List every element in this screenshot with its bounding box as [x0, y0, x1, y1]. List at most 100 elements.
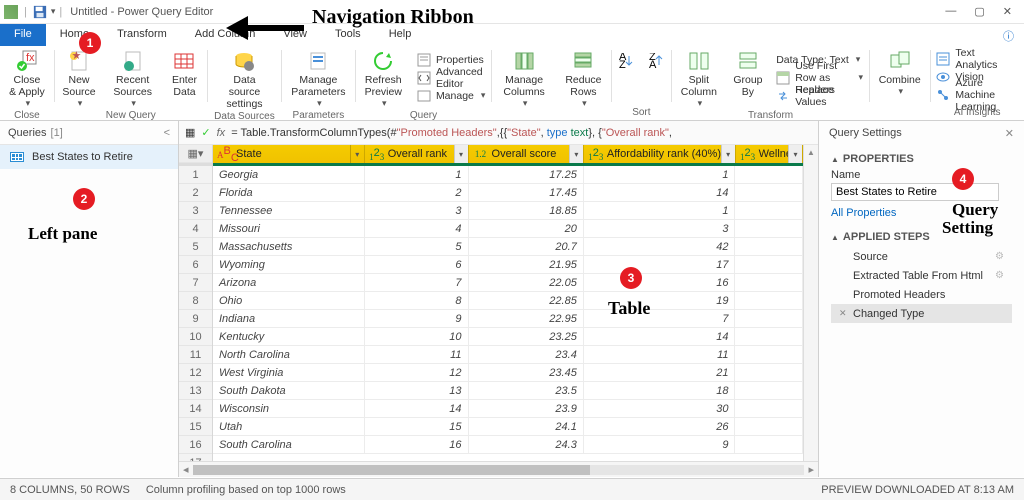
table-row[interactable]: Missouri4203	[213, 220, 803, 238]
horizontal-scrollbar[interactable]: ◂▸	[179, 461, 818, 477]
tab-transform[interactable]: Transform	[103, 24, 181, 46]
column-header[interactable]: 123Overall rank▾	[365, 145, 469, 163]
chevron-left-icon[interactable]: <	[164, 127, 170, 139]
cell: 21	[584, 364, 736, 382]
column-header[interactable]: 123Wellnes▾	[736, 145, 803, 163]
help-icon[interactable]: ⓘ	[993, 24, 1024, 46]
row-number[interactable]: 12	[179, 364, 212, 382]
maximize-icon[interactable]: ▢	[974, 5, 984, 18]
tab-help[interactable]: Help	[375, 24, 426, 46]
row-number[interactable]: 3	[179, 202, 212, 220]
applied-step[interactable]: Source⚙	[831, 247, 1012, 266]
name-input[interactable]	[831, 183, 999, 201]
cell: 23.4	[469, 346, 584, 364]
group-by-button[interactable]: Group By	[726, 46, 771, 109]
cell	[735, 184, 803, 202]
recent-sources-button[interactable]: Recent Sources▾	[103, 46, 161, 109]
cell: Arizona	[213, 274, 365, 292]
reduce-rows-button[interactable]: Reduce Rows▾	[556, 46, 611, 109]
tab-view[interactable]: View	[269, 24, 321, 46]
table-row[interactable]: Ohio822.8519	[213, 292, 803, 310]
row-number[interactable]: 16	[179, 436, 212, 454]
close-apply-button[interactable]: fxClose & Apply▾	[0, 46, 54, 109]
status-cols-rows: 8 COLUMNS, 50 ROWS	[10, 484, 130, 496]
qat-dropdown-icon[interactable]: ▾	[51, 6, 56, 17]
cell	[735, 166, 803, 184]
filter-dropdown-icon[interactable]: ▾	[350, 145, 364, 163]
row-number[interactable]: 10	[179, 328, 212, 346]
advanced-editor-button[interactable]: Advanced Editor	[411, 69, 491, 87]
svg-text:A: A	[649, 59, 657, 69]
toggle-icon[interactable]: ▦	[185, 126, 195, 139]
filter-dropdown-icon[interactable]: ▾	[788, 145, 802, 163]
close-settings-icon[interactable]: ✕	[1005, 127, 1014, 140]
table-row[interactable]: Tennessee318.851	[213, 202, 803, 220]
row-number[interactable]: 1	[179, 166, 212, 184]
all-properties-link[interactable]: All Properties	[831, 207, 1012, 219]
gear-icon[interactable]: ⚙	[995, 270, 1004, 281]
row-number[interactable]: 5	[179, 238, 212, 256]
table-row[interactable]: West Virginia1223.4521	[213, 364, 803, 382]
filter-dropdown-icon[interactable]: ▾	[721, 145, 735, 163]
filter-dropdown-icon[interactable]: ▾	[454, 145, 468, 163]
table-row[interactable]: North Carolina1123.411	[213, 346, 803, 364]
column-header[interactable]: ABCState▾	[213, 145, 365, 163]
tab-tools[interactable]: Tools	[321, 24, 375, 46]
text-analytics-button[interactable]: Text Analytics	[930, 50, 1024, 68]
sort-asc-button[interactable]: AZ	[611, 46, 641, 106]
cell: 11	[584, 346, 736, 364]
corner-cell[interactable]: ▦▾	[179, 145, 212, 163]
row-number[interactable]: 14	[179, 400, 212, 418]
column-header[interactable]: 123Affordability rank (40%)▾	[584, 145, 736, 163]
manage-columns-button[interactable]: Manage Columns▾	[492, 46, 556, 109]
applied-step[interactable]: Promoted Headers	[831, 285, 1012, 304]
table-row[interactable]: Massachusetts520.742	[213, 238, 803, 256]
data-source-settings-button[interactable]: Data source settings	[208, 46, 281, 110]
row-number[interactable]: 2	[179, 184, 212, 202]
tab-file[interactable]: File	[0, 24, 46, 46]
table-row[interactable]: Kentucky1023.2514	[213, 328, 803, 346]
table-row[interactable]: Indiana922.957	[213, 310, 803, 328]
table-row[interactable]: South Dakota1323.518	[213, 382, 803, 400]
manage-query-button[interactable]: Manage▾	[411, 87, 491, 105]
accept-icon[interactable]: ✓	[201, 126, 210, 139]
tab-add-column[interactable]: Add Column	[181, 24, 270, 46]
sort-desc-button[interactable]: ZA	[641, 46, 671, 106]
enter-data-button[interactable]: Enter Data	[162, 46, 207, 109]
combine-button[interactable]: Combine▾	[870, 46, 930, 106]
close-icon[interactable]: ✕	[1003, 5, 1012, 18]
table-row[interactable]: Arizona722.0516	[213, 274, 803, 292]
row-number[interactable]: 6	[179, 256, 212, 274]
table-row[interactable]: South Carolina1624.39	[213, 436, 803, 454]
tab-home[interactable]: Home	[46, 24, 103, 46]
vertical-scrollbar[interactable]: ▲	[803, 145, 818, 461]
row-number[interactable]: 13	[179, 382, 212, 400]
save-icon[interactable]	[33, 5, 47, 19]
row-number[interactable]: 4	[179, 220, 212, 238]
table-row[interactable]: Florida217.4514	[213, 184, 803, 202]
table-row[interactable]: Georgia117.251	[213, 166, 803, 184]
row-number[interactable]: 15	[179, 418, 212, 436]
row-number[interactable]: 8	[179, 292, 212, 310]
manage-parameters-button[interactable]: Manage Parameters▾	[282, 46, 355, 109]
filter-dropdown-icon[interactable]: ▾	[569, 145, 583, 163]
formula-bar[interactable]: ▦ ✓ fx = Table.TransformColumnTypes(#"Pr…	[179, 121, 818, 145]
table-row[interactable]: Wyoming621.9517	[213, 256, 803, 274]
gear-icon[interactable]: ⚙	[995, 251, 1004, 262]
row-number[interactable]: 17	[179, 454, 212, 461]
query-item[interactable]: Best States to Retire	[0, 145, 178, 169]
applied-step[interactable]: Extracted Table From Html⚙	[831, 266, 1012, 285]
replace-values-button[interactable]: Replace Values	[770, 87, 869, 105]
applied-step[interactable]: Changed Type	[831, 304, 1012, 323]
row-number[interactable]: 11	[179, 346, 212, 364]
refresh-preview-button[interactable]: Refresh Preview▾	[356, 46, 411, 109]
azure-ml-button[interactable]: Azure Machine Learning	[930, 86, 1024, 104]
split-column-button[interactable]: Split Column▾	[672, 46, 726, 109]
row-number[interactable]: 9	[179, 310, 212, 328]
minimize-icon[interactable]: —	[945, 5, 956, 18]
new-source-button[interactable]: ★New Source▾	[55, 46, 104, 109]
column-header[interactable]: 1.2Overall score▾	[469, 145, 584, 163]
row-number[interactable]: 7	[179, 274, 212, 292]
table-row[interactable]: Utah1524.126	[213, 418, 803, 436]
table-row[interactable]: Wisconsin1423.930	[213, 400, 803, 418]
